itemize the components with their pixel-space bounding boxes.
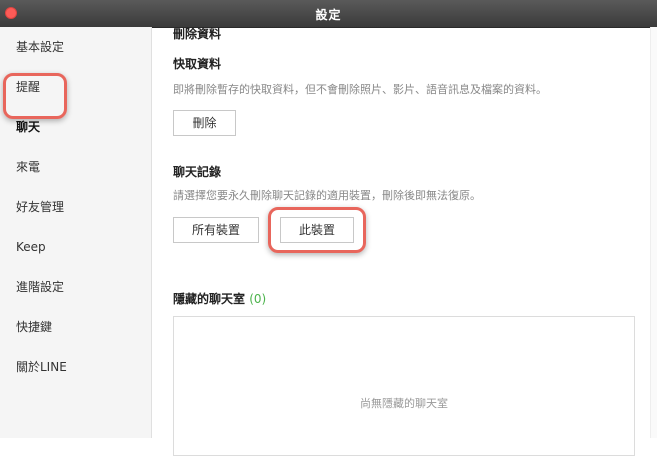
- section-title: 刪除資料: [173, 27, 222, 41]
- hidden-chats-list[interactable]: 尚無隱藏的聊天室: [173, 316, 635, 456]
- title-bar: 設定: [0, 0, 657, 28]
- main-content: 刪除資料 快取資料 即將刪除暫存的快取資料，但不會刪除照片、影片、語音訊息及檔案…: [152, 27, 657, 456]
- scrollbar-track[interactable]: [650, 27, 657, 438]
- chats-highlight-annotation: [3, 73, 67, 119]
- this-device-highlight-annotation: [268, 207, 366, 253]
- chat-history-description: 請選擇您要永久刪除聊天記錄的適用裝置，刪除後即無法復原。: [173, 189, 481, 202]
- sidebar-item-shortcuts[interactable]: 快捷鍵: [0, 307, 152, 347]
- sidebar-item-calls[interactable]: 來電: [0, 147, 152, 187]
- hidden-chats-label: 隱藏的聊天室: [173, 292, 246, 306]
- hidden-chats-empty-text: 尚無隱藏的聊天室: [360, 397, 448, 410]
- settings-window: 設定 基本設定 提醒 聊天 來電 好友管理 Keep 進階設定 快捷鍵 關於LI…: [0, 0, 657, 456]
- hidden-chats-count: (0): [249, 292, 267, 306]
- sidebar-item-advanced[interactable]: 進階設定: [0, 267, 152, 307]
- window-title: 設定: [315, 8, 342, 22]
- sidebar-item-friends[interactable]: 好友管理: [0, 187, 152, 227]
- chat-history-title: 聊天記錄: [173, 165, 222, 179]
- sidebar-item-keep[interactable]: Keep: [0, 227, 152, 267]
- all-devices-button[interactable]: 所有裝置: [173, 217, 259, 243]
- cache-title: 快取資料: [173, 57, 222, 71]
- delete-cache-button[interactable]: 刪除: [173, 110, 236, 136]
- cache-description: 即將刪除暫存的快取資料，但不會刪除照片、影片、語音訊息及檔案的資料。: [173, 83, 547, 96]
- sidebar-item-about[interactable]: 關於LINE: [0, 347, 152, 387]
- hidden-chats-title: 隱藏的聊天室 (0): [173, 290, 266, 307]
- sidebar-item-general[interactable]: 基本設定: [0, 27, 152, 67]
